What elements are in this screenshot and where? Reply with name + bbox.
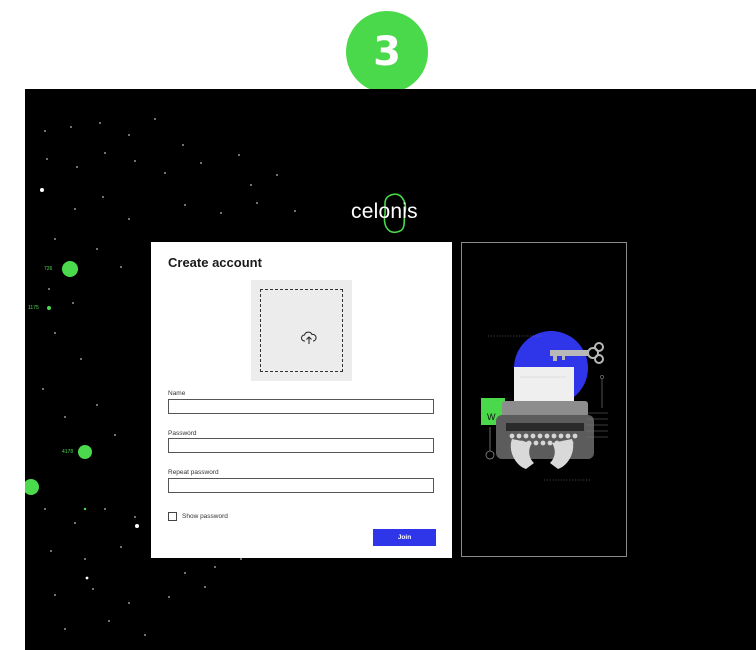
signup-page: 726 1175 4178 celonis Create account Nam…	[25, 89, 756, 650]
typewriter-illustration: W	[481, 331, 608, 481]
network-node-label: 4178	[62, 449, 74, 455]
password-field[interactable]	[168, 438, 434, 453]
avatar-upload-area[interactable]	[251, 280, 352, 381]
show-password-checkbox[interactable]	[168, 512, 177, 521]
repeat-password-label: Repeat password	[168, 469, 219, 476]
upload-cloud-icon	[301, 331, 317, 344]
brand-name: celonis	[351, 200, 418, 223]
name-field[interactable]	[168, 399, 434, 414]
show-password-label: Show password	[182, 513, 228, 520]
page-title: Create account	[168, 255, 262, 270]
password-label: Password	[168, 430, 197, 437]
step-number: 3	[373, 29, 401, 75]
upload-drop-zone[interactable]	[260, 289, 343, 372]
join-button[interactable]: Join	[373, 529, 436, 546]
show-password-toggle[interactable]: Show password	[168, 512, 228, 521]
create-account-card: Create account Name Password Repeat pass…	[151, 242, 452, 558]
step-number-badge: 3	[346, 11, 428, 93]
svg-text:W: W	[487, 412, 496, 422]
network-node-label: 1175	[28, 305, 39, 311]
illustration-panel: W	[461, 242, 627, 557]
celonis-logo: celonis	[351, 192, 437, 234]
repeat-password-field[interactable]	[168, 478, 434, 493]
network-node-label: 726	[44, 266, 53, 272]
name-label: Name	[168, 390, 186, 397]
